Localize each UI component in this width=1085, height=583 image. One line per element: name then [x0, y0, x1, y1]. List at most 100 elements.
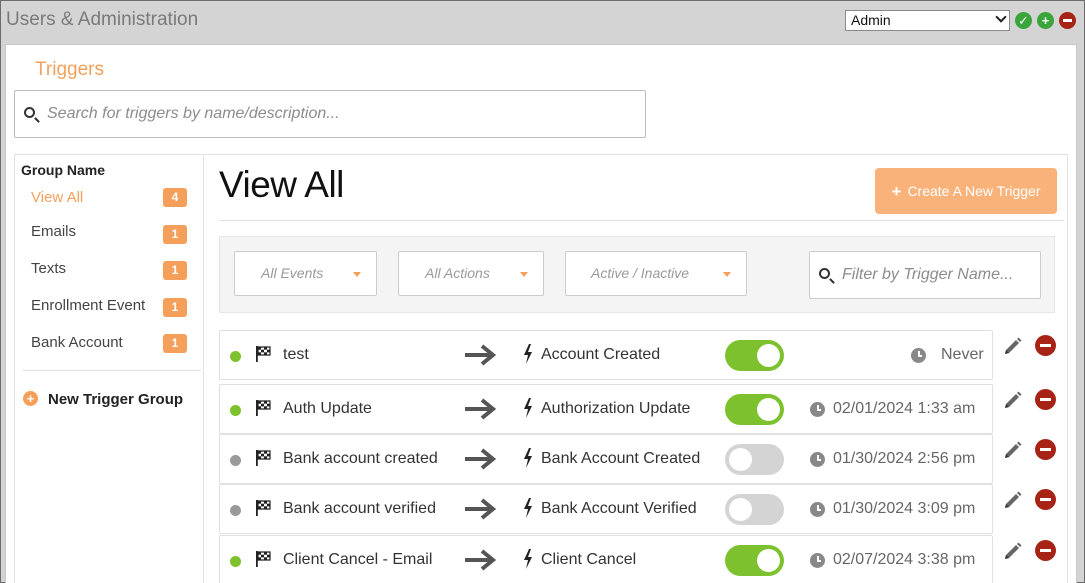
action-filter-value: All Actions [425, 265, 490, 281]
lightning-bolt-icon [524, 398, 532, 418]
clock-icon [810, 502, 825, 517]
trigger-row[interactable]: test Account Created Never [219, 330, 993, 380]
sidebar-item-texts[interactable]: Texts [31, 260, 66, 277]
trigger-name: Bank account verified [283, 500, 436, 517]
checkered-flag-icon [256, 500, 271, 516]
trigger-row[interactable]: Bank account created Bank Account Create… [219, 434, 993, 484]
active-toggle[interactable] [725, 494, 784, 525]
arrow-right-icon [465, 398, 496, 420]
chevron-down-icon [995, 11, 1007, 23]
trigger-event: Authorization Update [541, 400, 691, 417]
status-dot [230, 455, 241, 466]
last-run-time: Never [941, 346, 984, 363]
action-filter-select[interactable]: All Actions [398, 251, 544, 296]
search-icon [24, 107, 35, 118]
search-icon [819, 268, 830, 279]
delete-icon[interactable] [1035, 489, 1056, 510]
checkered-flag-icon [256, 400, 271, 416]
active-toggle[interactable] [725, 340, 784, 371]
arrow-right-icon [465, 498, 496, 520]
count-badge: 1 [163, 225, 187, 244]
count-badge: 1 [163, 261, 187, 280]
count-badge: 1 [163, 334, 187, 353]
trigger-row[interactable]: Client Cancel - Email Client Cancel 02/0… [219, 535, 993, 583]
lightning-bolt-icon [524, 549, 532, 569]
checkered-flag-icon [256, 551, 271, 567]
toggle-knob [729, 498, 752, 521]
toggle-knob [757, 398, 780, 421]
group-sidebar [14, 154, 204, 583]
trigger-row[interactable]: Auth Update Authorization Update 02/01/2… [219, 384, 993, 434]
last-run-time: 02/07/2024 3:38 pm [833, 551, 976, 568]
status-dot [230, 505, 241, 516]
sidebar-item-bank-account[interactable]: Bank Account [31, 334, 123, 351]
last-run-time: 01/30/2024 2:56 pm [833, 450, 976, 467]
edit-pencil-icon[interactable] [1003, 391, 1022, 410]
status-filter-select[interactable]: Active / Inactive [565, 251, 747, 296]
trigger-name: Client Cancel - Email [283, 551, 433, 568]
active-toggle[interactable] [725, 444, 784, 475]
title-divider [219, 220, 1064, 221]
trigger-name: test [283, 346, 309, 363]
create-trigger-button[interactable]: + Create A New Trigger [875, 168, 1057, 214]
delete-icon[interactable] [1035, 540, 1056, 561]
active-toggle[interactable] [725, 545, 784, 576]
last-run-time: 01/30/2024 3:09 pm [833, 500, 976, 517]
event-filter-select[interactable]: All Events [234, 251, 377, 296]
trigger-event: Bank Account Verified [541, 500, 697, 517]
role-select[interactable]: Admin [845, 10, 1010, 31]
plus-circle-icon: + [23, 391, 38, 406]
remove-circle-icon[interactable] [1059, 12, 1076, 29]
section-title: Triggers [35, 59, 104, 80]
trigger-name-filter-input[interactable]: Filter by Trigger Name... [809, 251, 1041, 299]
trigger-name: Bank account created [283, 450, 438, 467]
edit-pencil-icon[interactable] [1003, 542, 1022, 561]
clock-icon [810, 553, 825, 568]
event-filter-value: All Events [261, 265, 324, 281]
sidebar-item-view-all[interactable]: View All [31, 189, 83, 206]
trigger-event: Account Created [541, 346, 661, 363]
create-trigger-label: Create A New Trigger [907, 183, 1041, 199]
clock-icon [911, 348, 926, 363]
trigger-event: Bank Account Created [541, 450, 701, 467]
add-circle-icon[interactable]: + [1037, 12, 1054, 29]
status-filter-value: Active / Inactive [591, 265, 690, 281]
arrow-right-icon [465, 549, 496, 571]
group-name-header: Group Name [21, 162, 106, 178]
status-dot [230, 556, 241, 567]
status-dot [230, 351, 241, 362]
search-placeholder: Search for triggers by name/description.… [47, 105, 340, 122]
delete-icon[interactable] [1035, 439, 1056, 460]
trigger-name: Auth Update [283, 400, 372, 417]
edit-pencil-icon[interactable] [1003, 337, 1022, 356]
lightning-bolt-icon [524, 344, 532, 364]
plus-icon: + [891, 182, 902, 201]
trigger-row[interactable]: Bank account verified Bank Account Verif… [219, 484, 993, 534]
count-badge: 1 [163, 298, 187, 317]
page-title: View All [219, 164, 344, 205]
app-title: Users & Administration [6, 9, 199, 30]
caret-down-icon [520, 272, 528, 277]
sidebar-divider [23, 370, 201, 371]
trigger-search-input[interactable]: Search for triggers by name/description.… [14, 90, 646, 138]
role-select-value: Admin [851, 12, 891, 28]
status-dot [230, 405, 241, 416]
sidebar-item-enrollment-event[interactable]: Enrollment Event [31, 297, 145, 314]
new-trigger-group-button[interactable]: + New Trigger Group [23, 391, 183, 408]
delete-icon[interactable] [1035, 389, 1056, 410]
arrow-right-icon [465, 448, 496, 470]
edit-pencil-icon[interactable] [1003, 491, 1022, 510]
active-toggle[interactable] [725, 394, 784, 425]
edit-pencil-icon[interactable] [1003, 441, 1022, 460]
checkered-flag-icon [256, 346, 271, 362]
delete-icon[interactable] [1035, 335, 1056, 356]
checkered-flag-icon [256, 450, 271, 466]
trigger-event: Client Cancel [541, 551, 637, 568]
filter-placeholder: Filter by Trigger Name... [842, 266, 1014, 283]
new-group-label: New Trigger Group [48, 391, 184, 408]
check-circle-icon[interactable]: ✓ [1015, 12, 1032, 29]
lightning-bolt-icon [524, 448, 532, 468]
caret-down-icon [353, 272, 361, 277]
last-run-time: 02/01/2024 1:33 am [833, 400, 976, 417]
sidebar-item-emails[interactable]: Emails [31, 223, 76, 240]
